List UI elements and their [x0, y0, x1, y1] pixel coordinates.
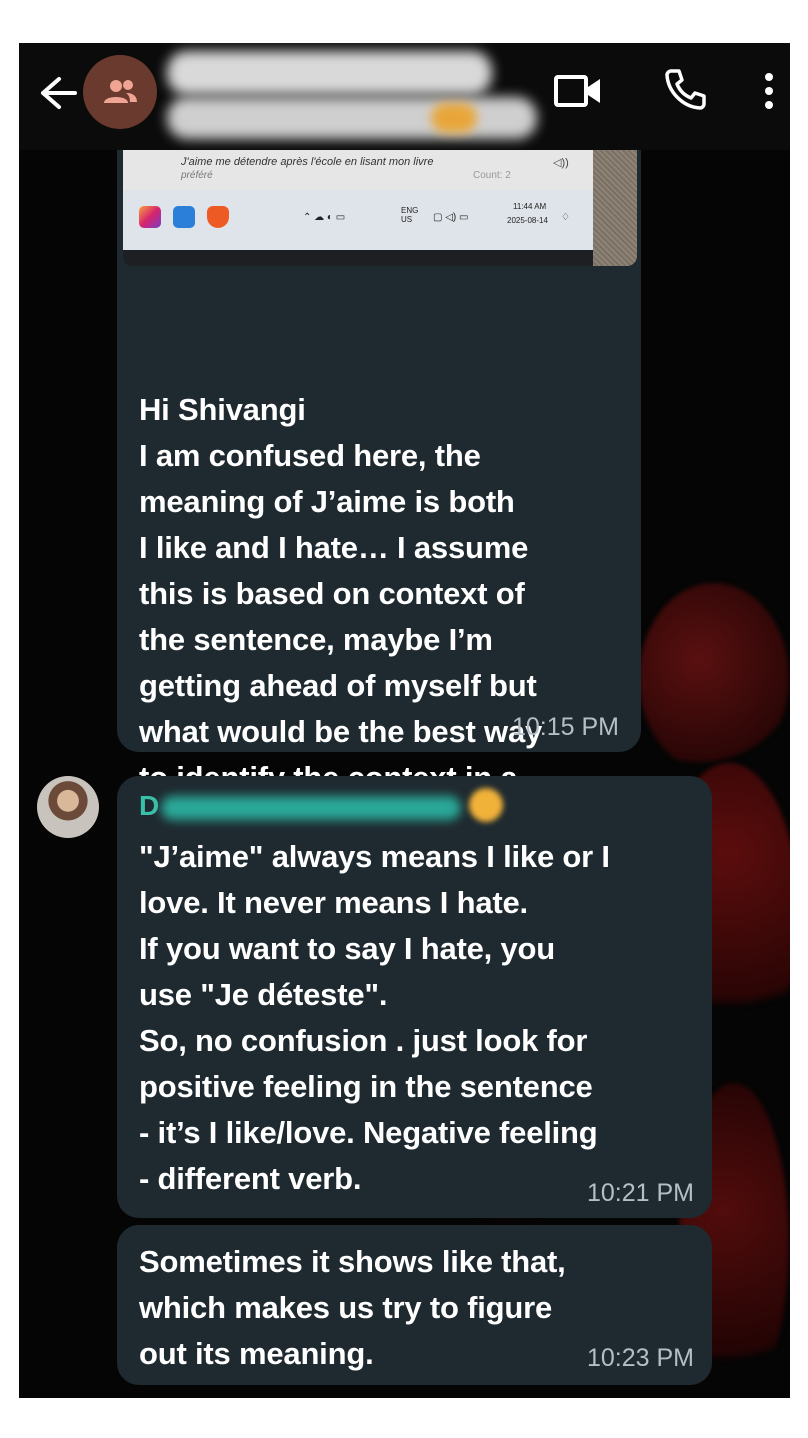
message-time: 10:23 PM [586, 1344, 694, 1372]
arrow-left-icon[interactable] [37, 73, 77, 113]
instagram-icon [139, 206, 161, 228]
document-preview: J'aime me détendre après l'école en lisa… [123, 150, 593, 190]
taskbar-clock-date: 2025-08-14 [507, 216, 548, 225]
chat-header [19, 43, 790, 150]
background-texture [593, 150, 637, 266]
language-indicator: ENG US [401, 206, 419, 224]
more-vertical-icon[interactable] [761, 67, 777, 115]
sender-name-blurred [161, 796, 461, 820]
avatar[interactable] [37, 776, 99, 838]
count-label: Count: 2 [473, 170, 511, 181]
tray-icons-right: ▢ ◁) ▭ [433, 212, 469, 223]
document-phrase-cont: préféré [181, 170, 213, 181]
message-bubble-incoming[interactable]: Sometimes it shows like that, which make… [117, 1225, 712, 1385]
tray-icons: ⌃ ☁ ◐ ▭ [303, 212, 346, 223]
contact-name-blurred[interactable] [167, 51, 492, 95]
phone-icon[interactable] [661, 65, 709, 113]
group-avatar[interactable] [83, 55, 157, 129]
sender-name[interactable]: D [139, 790, 159, 822]
notification-bell-icon: ♢ [561, 212, 570, 223]
video-camera-icon[interactable] [552, 69, 606, 113]
taskbar: ⌃ ☁ ◐ ▭ ENG US ▢ ◁) ▭ 11:44 AM 2025-08-1… [123, 190, 593, 250]
taskbar-clock-time: 11:44 AM [513, 202, 547, 211]
message-text: "J’aime" always means I like or I love. … [139, 839, 610, 1196]
contact-emoji-blurred [431, 103, 477, 133]
shared-image[interactable]: J'aime me détendre après l'école en lisa… [123, 150, 637, 266]
brave-icon [207, 206, 229, 228]
group-icon [104, 80, 137, 103]
message-time: 10:21 PM [586, 1179, 694, 1207]
contact-subtitle-blurred[interactable] [167, 97, 537, 139]
app-icon [173, 206, 195, 228]
message-bubble-incoming[interactable]: D "J’aime" always means I like or I love… [117, 776, 712, 1218]
sender-emoji-blurred [469, 788, 503, 822]
message-time: 10:15 PM [511, 713, 619, 741]
screenshot-edge [123, 250, 593, 266]
chat-screen: Hi Shivangi I am confused here, the mean… [19, 43, 790, 1398]
wallpaper-shape [639, 583, 789, 773]
speaker-icon: ◁)) [553, 157, 569, 169]
document-phrase: J'aime me détendre après l'école en lisa… [181, 156, 434, 168]
